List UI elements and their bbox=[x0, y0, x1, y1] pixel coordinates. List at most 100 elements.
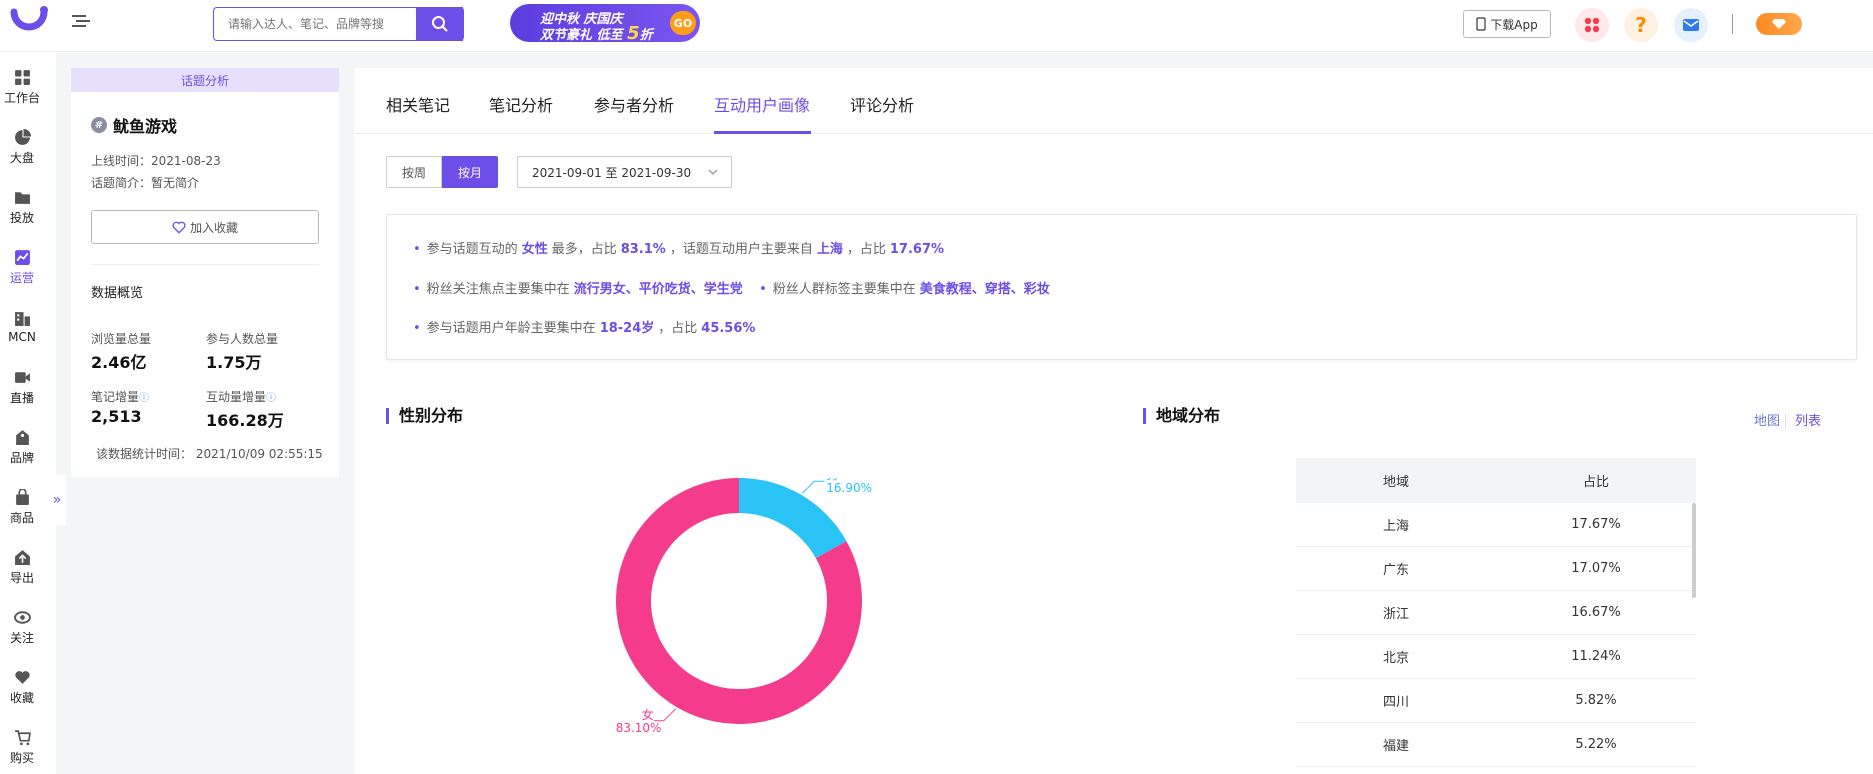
help-icon[interactable]: ? bbox=[1624, 8, 1658, 42]
table-row: 四川 5.82% bbox=[1296, 679, 1696, 723]
tab-related-notes[interactable]: 相关笔记 bbox=[386, 92, 450, 116]
topic-panel-header: 话题分析 bbox=[71, 68, 339, 92]
nav-item-export[interactable]: 导出 bbox=[0, 542, 44, 592]
nav-item-mcn[interactable]: MCN bbox=[0, 302, 44, 352]
help-circle-icon[interactable]: ⓘ bbox=[266, 393, 276, 404]
tab-active-indicator bbox=[714, 131, 811, 134]
summary-box: • 参与话题互动的 女性 最多，占比 83.1% ，话题互动用户主要来自 上海 ，占比 17.6… bbox=[386, 214, 1857, 360]
video-icon bbox=[14, 371, 30, 383]
download-app-button[interactable]: 下载App bbox=[1463, 10, 1551, 38]
views-label: 浏览量总量 bbox=[91, 332, 152, 346]
heart-icon bbox=[14, 670, 30, 684]
table-row: 广东 17.07% bbox=[1296, 547, 1696, 591]
views-value: 2.46亿 bbox=[91, 353, 147, 372]
interactions-label: 互动量增量ⓘ bbox=[206, 390, 277, 404]
region-section-title: 地域分布 bbox=[1143, 408, 1220, 424]
participants-value: 1.75万 bbox=[206, 353, 262, 372]
topic-info-panel: 话题分析 # 鱿鱼游戏 上线时间：2021-08-23 话题简介：暂无简介 加入… bbox=[71, 68, 339, 477]
pie-chart-icon bbox=[14, 128, 31, 145]
topic-name: 鱿鱼游戏 bbox=[113, 117, 178, 136]
by-month-button[interactable]: 按月 bbox=[442, 156, 498, 188]
search-button[interactable] bbox=[416, 7, 464, 41]
add-favorite-button[interactable]: 加入收藏 bbox=[91, 210, 319, 244]
date-range-picker[interactable]: 2021-09-01 至 2021-09-30 bbox=[517, 156, 732, 188]
topic-online-time: 上线时间：2021-08-23 bbox=[91, 154, 221, 168]
diamond-icon bbox=[1772, 19, 1786, 29]
gender-donut-chart: 男 16.90% 女 83.10% bbox=[616, 478, 872, 735]
male-pct: 16.90% bbox=[826, 481, 872, 495]
nav-item-buy[interactable]: 购买 bbox=[0, 722, 44, 772]
bag-icon bbox=[15, 488, 29, 505]
promo-go: GO bbox=[670, 11, 696, 35]
promo-banner[interactable]: 迎中秋 庆国庆 双节豪礼 低至 5折 GO bbox=[510, 4, 700, 44]
tab-note-analysis[interactable]: 笔记分析 bbox=[489, 92, 553, 116]
tag-icon bbox=[15, 429, 29, 445]
region-table-header: 地域 占比 bbox=[1296, 458, 1696, 503]
dashboard-icon bbox=[14, 69, 30, 85]
export-icon bbox=[14, 549, 30, 565]
summary-line-1: • 参与话题互动的 女性 最多，占比 83.1% ，话题互动用户主要来自 上海 ，占比 17.6… bbox=[413, 242, 945, 257]
tab-comment-analysis[interactable]: 评论分析 bbox=[850, 92, 914, 116]
view-map-link[interactable]: 地图 bbox=[1754, 410, 1780, 429]
tab-user-profile[interactable]: 互动用户画像 bbox=[714, 92, 810, 116]
phone-icon bbox=[1476, 17, 1486, 31]
main-content: 相关笔记 笔记分析 参与者分析 互动用户画像 评论分析 按周 按月 2021-0… bbox=[354, 68, 1873, 774]
apps-icon[interactable] bbox=[1575, 8, 1609, 42]
mail-icon[interactable] bbox=[1674, 8, 1708, 42]
region-table: 地域 占比 上海 17.67% 广东 17.07% 浙江 16.67% 北京 11.24… bbox=[1296, 458, 1696, 767]
view-switch-divider bbox=[1785, 414, 1786, 428]
nav-item-delivery[interactable]: 投放 bbox=[0, 182, 44, 232]
summary-line-3: • 参与话题用户年龄主要集中在 18-24岁 ，占比 45.56% bbox=[413, 321, 756, 336]
menu-toggle-icon[interactable] bbox=[72, 13, 94, 33]
tab-participant-analysis[interactable]: 参与者分析 bbox=[594, 92, 674, 116]
view-list-link[interactable]: 列表 bbox=[1795, 410, 1821, 429]
female-label: 女 bbox=[642, 707, 654, 722]
vip-badge[interactable] bbox=[1756, 13, 1802, 35]
female-pct: 83.10% bbox=[616, 721, 662, 735]
table-row: 福建 5.22% bbox=[1296, 723, 1696, 767]
search-icon bbox=[432, 16, 448, 32]
by-week-button[interactable]: 按周 bbox=[386, 156, 442, 188]
nav-item-operation[interactable]: 运营 bbox=[0, 242, 44, 292]
notes-value: 2,513 bbox=[91, 407, 142, 426]
notes-label: 笔记增量ⓘ bbox=[91, 390, 150, 404]
topic-intro: 话题简介：暂无简介 bbox=[91, 176, 200, 190]
heart-outline-icon bbox=[172, 221, 186, 234]
nav-item-market[interactable]: 大盘 bbox=[0, 122, 44, 172]
participants-label: 参与人数总量 bbox=[206, 332, 279, 346]
topic-title: # 鱿鱼游戏 bbox=[91, 113, 177, 137]
table-row: 上海 17.67% bbox=[1296, 503, 1696, 547]
folder-icon bbox=[14, 191, 30, 204]
summary-line-2: • 粉丝关注焦点主要集中在 流行男女、平价吃货、学生党 • 粉丝人群标签主要集中在 美食… bbox=[413, 282, 1050, 297]
trend-icon bbox=[14, 249, 30, 265]
overview-title: 数据概览 bbox=[91, 286, 144, 301]
eye-icon bbox=[13, 610, 31, 624]
column-header-ratio: 占比 bbox=[1582, 475, 1609, 490]
table-scrollbar[interactable] bbox=[1692, 503, 1696, 598]
help-circle-icon[interactable]: ⓘ bbox=[139, 393, 149, 404]
cart-icon bbox=[14, 729, 31, 745]
table-row: 北京 11.24% bbox=[1296, 635, 1696, 679]
promo-line2: 双节豪礼 低至 5折 bbox=[540, 23, 653, 44]
nav-collapse-button[interactable]: » bbox=[48, 475, 66, 525]
column-header-region: 地域 bbox=[1382, 475, 1409, 490]
nav-item-favorite[interactable]: 收藏 bbox=[0, 662, 44, 712]
nav-item-follow[interactable]: 关注 bbox=[0, 602, 44, 652]
logo[interactable] bbox=[8, 4, 50, 40]
nav-item-live[interactable]: 直播 bbox=[0, 362, 44, 412]
nav-item-goods[interactable]: 商品 bbox=[0, 482, 44, 532]
nav-item-workbench[interactable]: 工作台 bbox=[0, 62, 44, 112]
nav-item-brand[interactable]: 品牌 bbox=[0, 422, 44, 472]
interactions-value: 166.28万 bbox=[206, 411, 284, 430]
header-divider bbox=[1732, 14, 1733, 34]
hash-icon: # bbox=[91, 117, 107, 133]
left-nav: 工作台 大盘 投放 运营 MCN 直播 品牌 商品 导出 关注 收藏 购买 bbox=[0, 52, 56, 774]
gender-section-title: 性别分布 bbox=[386, 408, 463, 424]
tab-bar: 相关笔记 笔记分析 参与者分析 互动用户画像 评论分析 bbox=[354, 68, 1873, 134]
building-icon bbox=[14, 312, 30, 326]
stat-time: 该数据统计时间： 2021/10/09 02:55:15 bbox=[96, 447, 323, 461]
chevron-down-icon bbox=[708, 169, 718, 175]
top-bar: 迎中秋 庆国庆 双节豪礼 低至 5折 GO 下载App ? bbox=[0, 0, 1873, 52]
table-row: 浙江 16.67% bbox=[1296, 591, 1696, 635]
panel-divider bbox=[91, 264, 319, 265]
